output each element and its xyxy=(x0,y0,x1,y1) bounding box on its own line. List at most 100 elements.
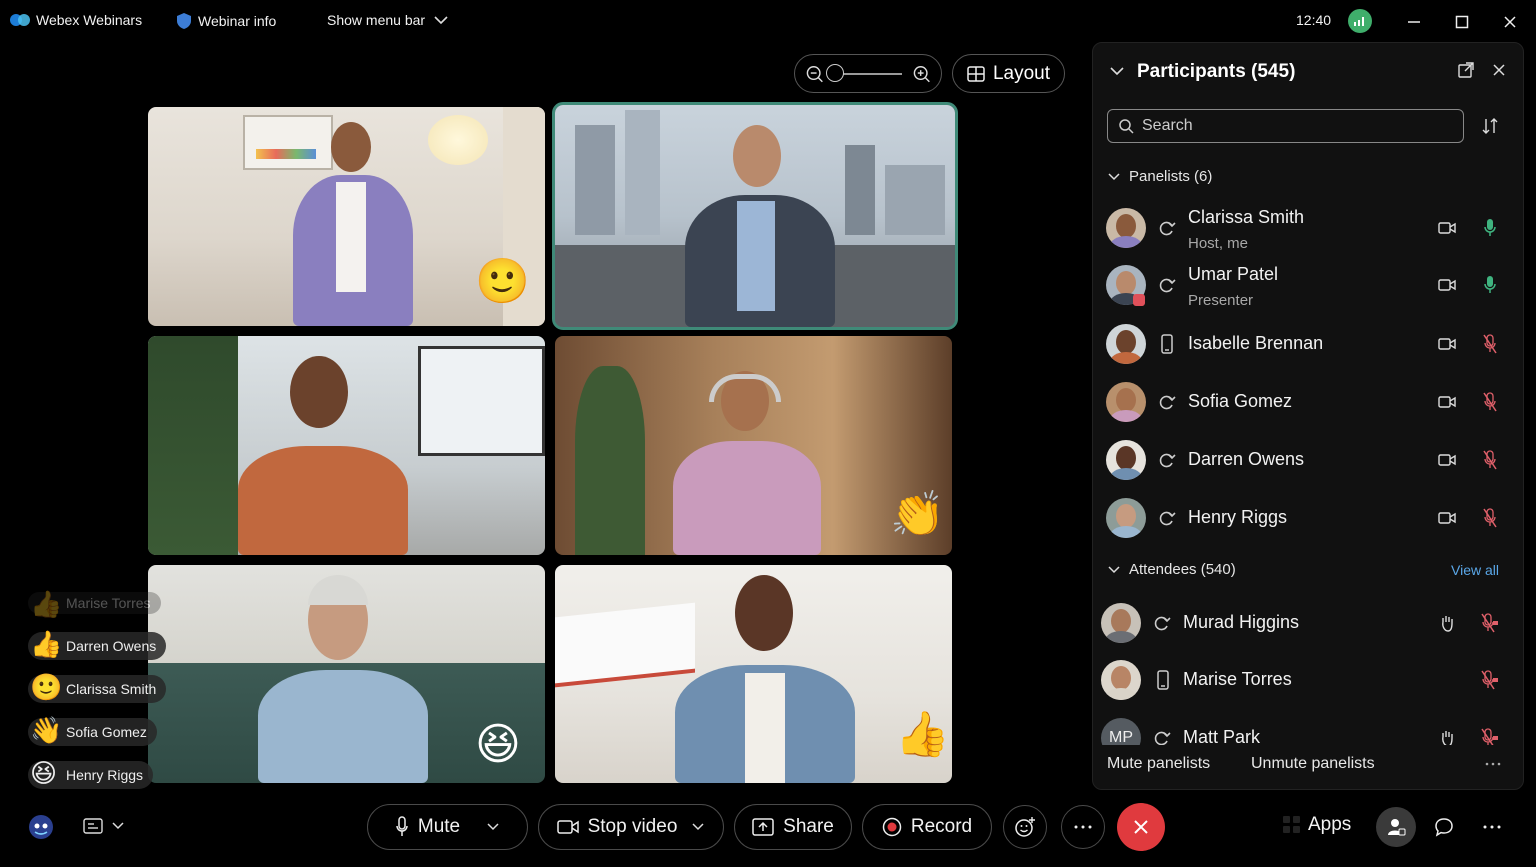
video-tile[interactable]: 👏 xyxy=(555,336,952,555)
zoom-slider[interactable] xyxy=(826,63,902,82)
end-call-button[interactable] xyxy=(1117,803,1165,851)
participant-row[interactable]: Sofia Gomez xyxy=(1093,377,1525,427)
participant-row[interactable]: Marise Torres xyxy=(1093,655,1525,705)
search-icon xyxy=(1119,119,1134,134)
reaction-feed-name: Henry Riggs xyxy=(66,767,144,783)
participants-panel: Participants (545) Search Panelists (6) … xyxy=(1092,42,1524,790)
video-tile[interactable]: 😆 xyxy=(148,565,545,783)
share-label: Share xyxy=(783,816,834,837)
chevron-down-icon[interactable] xyxy=(691,822,705,832)
view-all-link[interactable]: View all xyxy=(1451,562,1499,578)
participant-row[interactable]: Isabelle Brennan xyxy=(1093,319,1525,369)
stop-video-button[interactable]: Stop video xyxy=(538,804,724,850)
microphone-muted-icon[interactable] xyxy=(1483,508,1497,528)
chevron-down-icon xyxy=(112,822,124,830)
record-button[interactable]: Record xyxy=(862,804,992,850)
panelists-section-header[interactable]: Panelists (6) xyxy=(1107,168,1212,185)
participant-name: Umar Patel xyxy=(1188,264,1279,284)
apps-button[interactable]: Apps xyxy=(1282,814,1351,836)
camera-icon[interactable] xyxy=(1438,278,1456,292)
participant-row[interactable]: Darren Owens xyxy=(1093,435,1525,485)
camera-icon[interactable] xyxy=(1438,395,1456,409)
unmute-panelists-button[interactable]: Unmute panelists xyxy=(1251,755,1375,773)
participant-row[interactable]: Murad Higgins xyxy=(1093,598,1525,648)
participant-row[interactable]: Clarissa Smith Host, me xyxy=(1093,203,1525,253)
video-tile-active-speaker[interactable] xyxy=(552,102,958,330)
minimize-icon[interactable] xyxy=(1404,12,1424,32)
maximize-icon[interactable] xyxy=(1452,12,1472,32)
chat-button[interactable] xyxy=(1422,805,1466,849)
panelists-label: Panelists (6) xyxy=(1129,168,1213,185)
app-name-label: Webex Webinars xyxy=(36,12,143,28)
microphone-icon xyxy=(396,816,408,836)
sync-icon xyxy=(1154,731,1171,745)
microphone-on-icon[interactable] xyxy=(1483,275,1497,295)
reaction-emoji: 🙂 xyxy=(475,257,530,306)
microphone-on-icon[interactable] xyxy=(1483,218,1497,238)
webinar-info-button[interactable]: Webinar info xyxy=(176,12,276,30)
reaction-emoji: 👍 xyxy=(30,589,63,619)
participant-name: Sofia Gomez xyxy=(1188,391,1293,411)
collapse-chevron-icon[interactable] xyxy=(1109,65,1125,77)
zoom-in-icon[interactable] xyxy=(912,64,931,84)
participant-name: Henry Riggs xyxy=(1188,507,1288,527)
camera-icon[interactable] xyxy=(1438,453,1456,467)
camera-icon[interactable] xyxy=(1438,221,1456,235)
camera-icon[interactable] xyxy=(1438,511,1456,525)
webex-logo-icon xyxy=(10,14,30,26)
reactions-button[interactable] xyxy=(1003,805,1047,849)
microphone-muted-icon[interactable] xyxy=(1483,334,1497,354)
zoom-slider-handle[interactable] xyxy=(826,63,845,82)
layout-button[interactable]: Layout xyxy=(952,54,1065,93)
more-options-icon xyxy=(1483,825,1501,829)
participants-toggle-button[interactable] xyxy=(1376,807,1416,847)
video-tile[interactable] xyxy=(148,336,545,555)
camera-icon[interactable] xyxy=(1438,337,1456,351)
participant-row[interactable]: Umar Patel Presenter xyxy=(1093,260,1525,310)
video-tile[interactable]: 🙂 xyxy=(148,107,545,326)
captions-icon xyxy=(83,818,103,834)
attendees-section-header[interactable]: Attendees (540) xyxy=(1107,561,1236,578)
participant-row[interactable]: Henry Riggs xyxy=(1093,493,1525,543)
mute-panelists-button[interactable]: Mute panelists xyxy=(1107,755,1210,773)
mute-button[interactable]: Mute xyxy=(367,804,528,850)
search-placeholder: Search xyxy=(1142,117,1193,134)
sort-icon[interactable] xyxy=(1481,117,1499,135)
reaction-feed-item: 🙂 Clarissa Smith xyxy=(28,672,167,703)
participant-name: Marise Torres xyxy=(1183,669,1292,689)
pop-out-icon[interactable] xyxy=(1457,61,1475,79)
chevron-down-icon[interactable] xyxy=(486,822,500,832)
show-menu-bar-label: Show menu bar xyxy=(327,12,426,28)
share-button[interactable]: Share xyxy=(734,804,852,850)
more-options-icon[interactable] xyxy=(1485,761,1501,767)
layout-label: Layout xyxy=(992,62,1051,84)
reaction-emoji: 👏 xyxy=(890,490,945,539)
more-controls-button[interactable] xyxy=(1470,805,1514,849)
phone-device-icon xyxy=(1157,670,1169,690)
close-panel-icon[interactable] xyxy=(1492,63,1506,77)
microphone-muted-icon[interactable] xyxy=(1481,613,1499,633)
captions-button[interactable] xyxy=(83,818,125,834)
show-menu-bar-button[interactable]: Show menu bar xyxy=(327,12,449,28)
avatar xyxy=(1106,382,1146,422)
share-screen-icon xyxy=(752,818,774,836)
stop-video-label: Stop video xyxy=(587,816,678,837)
microphone-muted-icon[interactable] xyxy=(1481,670,1499,690)
participant-row[interactable]: MP Matt Park xyxy=(1093,713,1525,745)
microphone-muted-icon[interactable] xyxy=(1483,450,1497,470)
avatar xyxy=(1101,603,1141,643)
assistant-icon[interactable] xyxy=(26,812,56,842)
reaction-emoji: 👋 xyxy=(30,715,63,745)
participant-search-input[interactable]: Search xyxy=(1107,109,1464,143)
more-options-button[interactable] xyxy=(1061,805,1105,849)
zoom-out-icon[interactable] xyxy=(805,64,824,84)
connection-status-icon[interactable] xyxy=(1348,9,1372,33)
participant-name: Murad Higgins xyxy=(1183,612,1300,632)
close-window-icon[interactable] xyxy=(1500,12,1520,32)
video-camera-icon xyxy=(556,820,579,834)
microphone-muted-icon[interactable] xyxy=(1483,392,1497,412)
reaction-feed-name: Sofia Gomez xyxy=(66,724,147,740)
microphone-muted-icon[interactable] xyxy=(1481,728,1499,745)
video-tile[interactable]: 👍 xyxy=(555,565,952,783)
avatar-initials: MP xyxy=(1101,718,1141,745)
